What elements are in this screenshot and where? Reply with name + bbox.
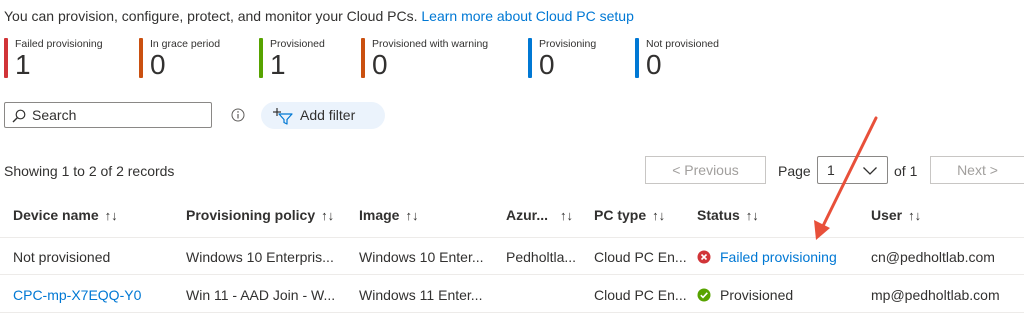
annotation-arrow-icon xyxy=(814,116,878,240)
